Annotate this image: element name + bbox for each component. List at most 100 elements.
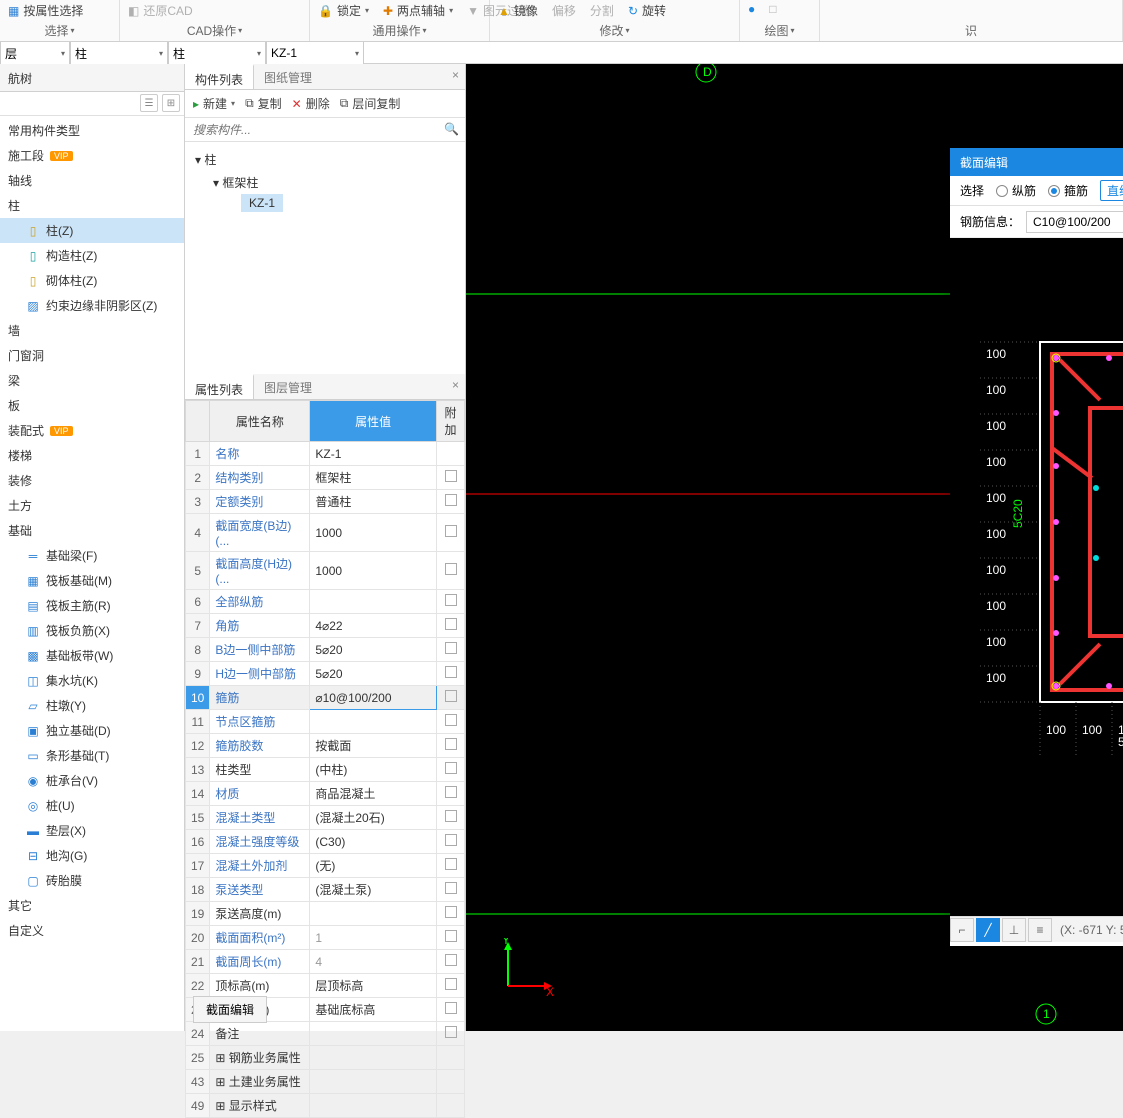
radio-stirrup[interactable]: 箍筋 [1048,182,1088,199]
radio-longitudinal[interactable]: 纵筋 [996,182,1036,199]
nav-item[interactable]: 板 [0,393,184,418]
prop-value[interactable]: 普通柱 [310,490,437,514]
checkbox[interactable] [445,690,457,702]
nav-item[interactable]: ▦筏板基础(M) [0,568,184,593]
nav-item[interactable]: ▨约束边缘非阴影区(Z) [0,293,184,318]
prop-value[interactable] [310,710,437,734]
prop-value[interactable]: ⌀10@100/200 [310,686,437,710]
prop-value[interactable] [310,1070,437,1094]
nav-item[interactable]: 柱 [0,193,184,218]
filter-cat2[interactable]: 柱▾ [168,42,266,64]
nav-item[interactable]: ▱柱墩(Y) [0,693,184,718]
prop-value[interactable]: (混凝土20石) [310,806,437,830]
checkbox[interactable] [445,594,457,606]
rebar-info-dropdown[interactable]: C10@100/200 [1026,211,1123,233]
nav-item[interactable]: ▯柱(Z) [0,218,184,243]
checkbox[interactable] [445,618,457,630]
checkbox[interactable] [445,858,457,870]
prop-value[interactable] [310,1046,437,1070]
nav-item[interactable]: ▢砖胎膜 [0,868,184,893]
checkbox[interactable] [445,714,457,726]
prop-value[interactable]: 1000 [310,552,437,590]
checkbox[interactable] [445,906,457,918]
checkbox[interactable] [445,762,457,774]
nav-item[interactable]: ▯砌体柱(Z) [0,268,184,293]
snap-btn-1[interactable]: ⌐ [950,918,974,942]
prop-value[interactable]: (混凝土泵) [310,878,437,902]
prop-value[interactable]: 按截面 [310,734,437,758]
snap-btn-2[interactable]: ╱ [976,918,1000,942]
prop-value[interactable]: 4 [310,950,437,974]
tab-property-list[interactable]: 属性列表 [185,374,254,399]
close-icon[interactable]: × [446,374,465,399]
nav-item[interactable]: ▩基础板带(W) [0,643,184,668]
nav-item[interactable]: 楼梯 [0,443,184,468]
checkbox[interactable] [445,954,457,966]
nav-item[interactable]: 门窗洞 [0,343,184,368]
checkbox[interactable] [445,494,457,506]
prop-value[interactable]: 4⌀22 [310,614,437,638]
nav-item[interactable]: 轴线 [0,168,184,193]
tab-layer-mgmt[interactable]: 图层管理 [254,374,322,399]
checkbox[interactable] [445,882,457,894]
nav-item[interactable]: ▯构造柱(Z) [0,243,184,268]
prop-value[interactable] [310,590,437,614]
nav-item[interactable]: 装配式 VIP [0,418,184,443]
nav-item[interactable]: 土方 [0,493,184,518]
nav-item[interactable]: ▤筏板主筋(R) [0,593,184,618]
nav-item[interactable]: ▣独立基础(D) [0,718,184,743]
tree-child[interactable]: ▾ 框架柱 [195,171,455,194]
tab-drawing-mgmt[interactable]: 图纸管理 [254,64,322,89]
checkbox[interactable] [445,642,457,654]
prop-value[interactable]: (C30) [310,830,437,854]
snap-btn-3[interactable]: ⊥ [1002,918,1026,942]
search-icon[interactable]: 🔍 [444,122,459,136]
checkbox[interactable] [445,978,457,990]
prop-value[interactable]: 基础底标高 [310,998,437,1022]
nav-item[interactable]: 施工段 VIP [0,143,184,168]
filter-component[interactable]: KZ-1▾ [266,42,364,64]
prop-value[interactable]: 框架柱 [310,466,437,490]
section-edit-button[interactable]: 截面编辑 [193,996,267,1023]
prop-value[interactable]: (中柱) [310,758,437,782]
ribbon-select-attr[interactable]: ▦按属性选择 [8,2,83,19]
prop-value[interactable] [310,1094,437,1118]
nav-item[interactable]: 梁 [0,368,184,393]
nav-item[interactable]: 装修 [0,468,184,493]
layer-copy-button[interactable]: ⧉层间复制 [340,95,401,112]
tree-root[interactable]: ▾ 柱 [195,148,455,171]
nav-item[interactable]: 常用构件类型 [0,118,184,143]
nav-view-list-icon[interactable]: ☰ [140,94,158,112]
nav-view-grid-icon[interactable]: ⊞ [162,94,180,112]
ribbon-lock[interactable]: 🔒锁定▾ [318,2,369,19]
checkbox[interactable] [445,810,457,822]
checkbox[interactable] [445,834,457,846]
prop-value[interactable]: 1000 [310,514,437,552]
prop-value[interactable]: 商品混凝土 [310,782,437,806]
checkbox[interactable] [445,930,457,942]
snap-btn-4[interactable]: ≡ [1028,918,1052,942]
filter-layer[interactable]: 层▾ [0,42,70,64]
ribbon-draw-dot[interactable]: ● [748,2,755,16]
nav-item[interactable]: ◫集水坑(K) [0,668,184,693]
checkbox[interactable] [445,666,457,678]
new-button[interactable]: ▸新建▾ [193,95,235,112]
tree-leaf-kz1[interactable]: KZ-1 [241,194,283,212]
nav-item[interactable]: 墙 [0,318,184,343]
prop-value[interactable]: 层顶标高 [310,974,437,998]
checkbox[interactable] [445,738,457,750]
prop-value[interactable] [310,1022,437,1046]
close-icon[interactable]: × [446,64,465,89]
nav-item[interactable]: 其它 [0,893,184,918]
prop-value[interactable] [310,902,437,926]
prop-value[interactable]: 5⌀20 [310,638,437,662]
prop-value[interactable]: KZ-1 [310,442,437,466]
nav-item[interactable]: ◎桩(U) [0,793,184,818]
ribbon-mirror[interactable]: ▲镜像 [498,2,538,19]
ribbon-aux-axis[interactable]: ✚两点辅轴▾ [383,2,453,19]
checkbox[interactable] [445,1026,457,1038]
prop-value[interactable]: 5⌀20 [310,662,437,686]
nav-item[interactable]: ⊟地沟(G) [0,843,184,868]
tb-line[interactable]: 直线 [1100,180,1123,201]
delete-button[interactable]: ✕删除 [292,95,330,112]
